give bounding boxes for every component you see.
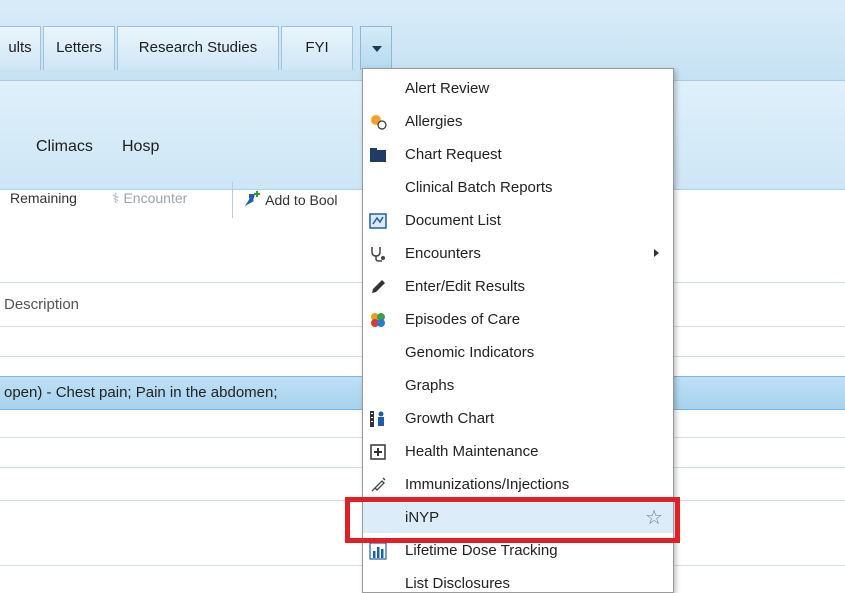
more-tabs-dropdown-button[interactable] bbox=[360, 26, 392, 70]
menu-item-list-disclosures[interactable]: List Disclosures bbox=[363, 569, 673, 592]
bar-chart-icon bbox=[369, 542, 387, 560]
menu-item-genomic-indicators[interactable]: Genomic Indicators bbox=[363, 338, 673, 368]
tab-results[interactable]: ults bbox=[0, 26, 41, 70]
menu-item-label: Episodes of Care bbox=[405, 311, 521, 328]
menu-item-encounters[interactable]: Encounters bbox=[363, 239, 673, 269]
encounter-button[interactable]: ⚕ Encounter bbox=[112, 190, 187, 207]
growth-chart-icon bbox=[370, 411, 384, 427]
menu-item-label: Immunizations/Injections bbox=[405, 476, 570, 493]
tab-label: ults bbox=[8, 39, 32, 56]
menu-item-chart-request[interactable]: Chart Request bbox=[363, 140, 673, 170]
tab-fyi[interactable]: FYI bbox=[281, 26, 353, 70]
menu-item-label: Health Maintenance bbox=[405, 443, 539, 460]
menu-item-label: Enter/Edit Results bbox=[405, 278, 526, 295]
menu-item-label: Document List bbox=[405, 212, 501, 229]
menu-item-graphs[interactable]: Graphs bbox=[363, 371, 673, 401]
add-to-book-button[interactable]: Add to Bool bbox=[242, 190, 338, 208]
remaining-button[interactable]: Remaining bbox=[10, 190, 77, 206]
pin-add-icon bbox=[245, 191, 260, 206]
selected-row-description: open) - Chest pain; Pain in the abdomen; bbox=[4, 384, 278, 401]
highlight-annotation-box bbox=[345, 497, 680, 543]
menu-item-label: Clinical Batch Reports bbox=[405, 179, 553, 196]
column-header-description[interactable]: Description bbox=[4, 296, 79, 313]
menu-item-label: List Disclosures bbox=[405, 575, 511, 592]
menu-item-episodes-of-care[interactable]: Episodes of Care bbox=[363, 305, 673, 335]
syringe-icon bbox=[371, 477, 386, 492]
menu-item-label: Chart Request bbox=[405, 146, 502, 163]
menu-item-label: Alert Review bbox=[405, 80, 490, 97]
menu-item-label: Encounters bbox=[405, 245, 481, 262]
menu-item-immunizations-injections[interactable]: Immunizations/Injections bbox=[363, 470, 673, 500]
menu-item-health-maintenance[interactable]: Health Maintenance bbox=[363, 437, 673, 467]
menu-item-label: Genomic Indicators bbox=[405, 344, 535, 361]
tab-label: Research Studies bbox=[138, 39, 258, 56]
subtab-hosp[interactable]: Hosp bbox=[122, 138, 159, 156]
stethoscope-icon bbox=[371, 247, 385, 262]
menu-item-alert-review[interactable]: Alert Review bbox=[363, 74, 673, 104]
chevron-right-icon bbox=[654, 249, 659, 257]
menu-item-growth-chart[interactable]: Growth Chart bbox=[363, 404, 673, 434]
menu-item-label: Allergies bbox=[405, 113, 463, 130]
menu-item-label: Graphs bbox=[405, 377, 455, 394]
toolbar-divider bbox=[232, 182, 233, 218]
menu-item-clinical-batch-reports[interactable]: Clinical Batch Reports bbox=[363, 173, 673, 203]
menu-item-label: Growth Chart bbox=[405, 410, 495, 427]
chevron-down-icon bbox=[372, 46, 382, 52]
encounter-label: Encounter bbox=[123, 190, 188, 206]
add-to-book-label: Add to Bool bbox=[265, 192, 338, 208]
menu-item-label: Lifetime Dose Tracking bbox=[405, 542, 558, 559]
folder-icon bbox=[370, 148, 386, 162]
menu-item-allergies[interactable]: Allergies bbox=[363, 107, 673, 137]
tab-label: Letters bbox=[56, 39, 102, 56]
menu-item-document-list[interactable]: Document List bbox=[363, 206, 673, 236]
tab-research-studies[interactable]: Research Studies bbox=[117, 26, 279, 70]
subtab-climacs[interactable]: Climacs bbox=[36, 138, 93, 156]
document-list-icon bbox=[369, 213, 387, 229]
stethoscope-icon: ⚕ bbox=[112, 190, 120, 206]
allergies-icon bbox=[371, 115, 387, 130]
tab-label: FYI bbox=[305, 39, 329, 56]
tab-letters[interactable]: Letters bbox=[43, 26, 115, 70]
episodes-icon bbox=[371, 313, 385, 327]
health-maintenance-icon bbox=[370, 444, 386, 460]
menu-item-enter-edit-results[interactable]: Enter/Edit Results bbox=[363, 272, 673, 302]
pencil-icon bbox=[372, 280, 385, 293]
